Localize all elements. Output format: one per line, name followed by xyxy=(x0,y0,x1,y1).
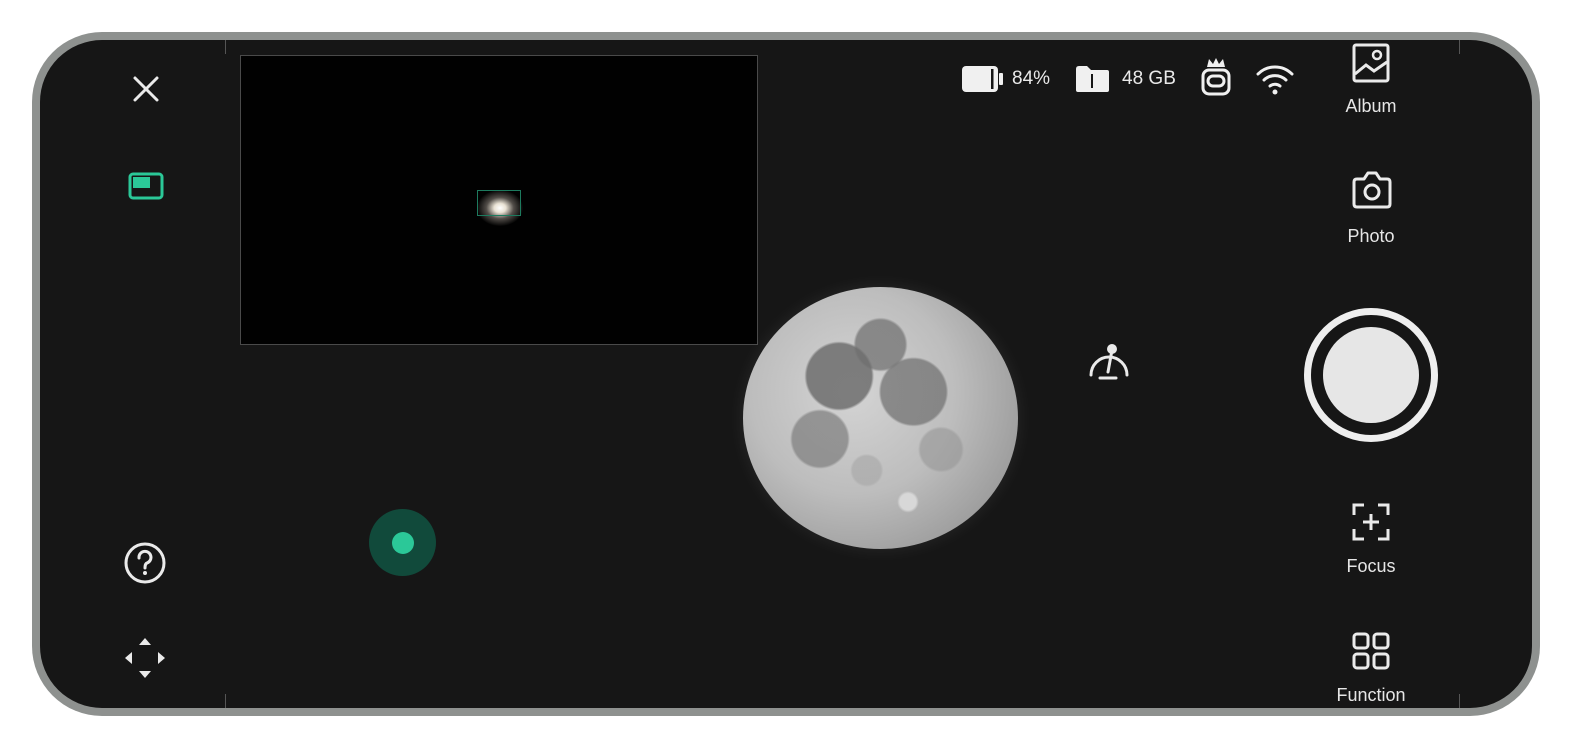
close-icon[interactable] xyxy=(132,75,160,103)
joystick-handle[interactable] xyxy=(392,532,414,554)
joystick-control[interactable] xyxy=(369,509,436,576)
calibration-icon[interactable] xyxy=(1086,340,1132,382)
telescope-crown-icon[interactable] xyxy=(1197,56,1235,98)
corner-tick xyxy=(225,694,226,708)
camera-icon xyxy=(1352,171,1392,209)
target-box xyxy=(477,190,521,216)
corner-tick xyxy=(225,40,226,54)
move-arrows-icon[interactable] xyxy=(124,637,166,679)
focus-icon xyxy=(1352,503,1390,541)
photo-label: Photo xyxy=(1347,226,1395,246)
storage-icon xyxy=(1076,66,1109,92)
shutter-inner xyxy=(1323,327,1419,423)
album-label: Album xyxy=(1345,96,1397,116)
moon-image xyxy=(743,287,1018,549)
camera-screen: 84% 48 GB Album Photo Focus Function xyxy=(40,40,1532,708)
pip-icon[interactable] xyxy=(128,172,164,200)
finder-preview[interactable] xyxy=(240,55,758,345)
corner-tick xyxy=(1459,40,1460,54)
storage-amount: 48 GB xyxy=(1122,68,1176,89)
focus-label: Focus xyxy=(1346,556,1396,576)
help-icon[interactable] xyxy=(123,541,167,585)
corner-tick xyxy=(1459,694,1460,708)
function-grid-icon xyxy=(1352,632,1390,670)
battery-percent: 84% xyxy=(1012,68,1051,89)
shutter-button[interactable] xyxy=(1304,308,1438,442)
battery-icon xyxy=(962,66,1003,92)
wifi-icon[interactable] xyxy=(1255,62,1295,96)
function-label: Function xyxy=(1336,685,1406,705)
album-icon xyxy=(1352,43,1390,83)
